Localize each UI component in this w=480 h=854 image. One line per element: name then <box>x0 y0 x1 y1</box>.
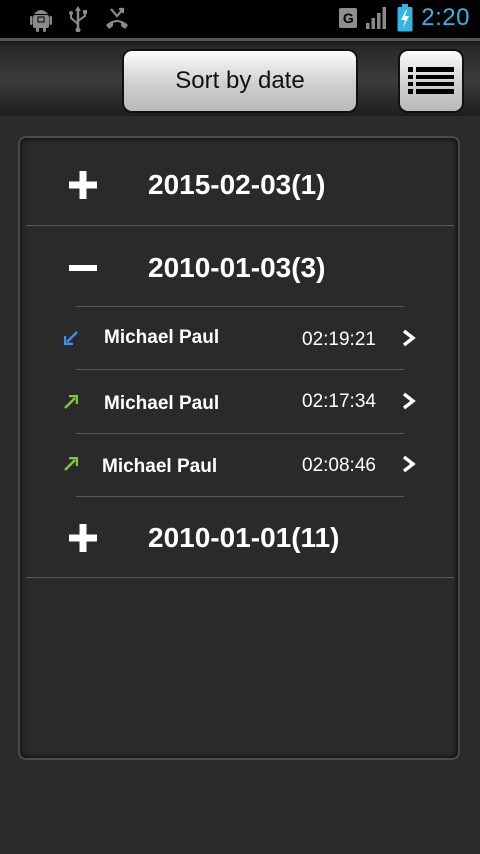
missed-call-icon <box>106 7 128 29</box>
call-time: 02:17:34 <box>302 391 376 412</box>
clock: 2:20 <box>421 4 470 31</box>
caller-name: Michael Paul <box>104 327 220 348</box>
battery-charging-icon <box>397 4 413 32</box>
list-menu-icon <box>408 67 454 94</box>
call-row[interactable]: Michael Paul 02:19:21 <box>20 307 458 369</box>
collapse-minus-icon <box>69 265 97 271</box>
group-header-2015-02-03[interactable]: 2015-02-03(1) <box>20 143 458 227</box>
group-label: 2015-02-03(1) <box>148 169 326 200</box>
usb-icon <box>69 6 87 32</box>
android-debug-icon <box>30 10 52 32</box>
sort-by-date-button[interactable]: Sort by date <box>122 49 358 113</box>
call-time: 02:08:46 <box>302 455 376 476</box>
group-label: 2010-01-03(3) <box>148 252 326 283</box>
call-log-panel: 2015-02-03(1) 2010-01-03(3) Michael Paul… <box>18 136 460 760</box>
network-g-icon: G <box>339 8 358 28</box>
signal-icon <box>366 7 387 29</box>
group-label: 2010-01-01(11) <box>148 522 340 553</box>
expand-plus-icon <box>69 524 97 552</box>
incoming-call-arrow-icon <box>64 331 78 345</box>
divider <box>26 577 454 578</box>
group-header-2010-01-03[interactable]: 2010-01-03(3) <box>20 226 458 310</box>
status-bar: G 2:20 <box>0 0 480 38</box>
caller-name: Michael Paul <box>104 393 220 414</box>
call-row[interactable]: Michael Paul 02:08:46 <box>20 434 458 496</box>
chevron-right-icon <box>402 329 416 347</box>
call-row[interactable]: Michael Paul 02:17:34 <box>20 370 458 432</box>
chevron-right-icon <box>402 455 416 473</box>
call-time: 02:19:21 <box>302 329 376 350</box>
outgoing-call-arrow-icon <box>64 395 78 409</box>
chevron-right-icon <box>402 392 416 410</box>
caller-name: Michael Paul <box>102 456 218 477</box>
menu-button[interactable] <box>398 49 464 113</box>
group-header-2010-01-01[interactable]: 2010-01-01(11) <box>20 496 458 580</box>
toolbar: Sort by date <box>0 38 480 116</box>
outgoing-call-arrow-icon <box>64 457 78 471</box>
expand-plus-icon <box>69 171 97 199</box>
